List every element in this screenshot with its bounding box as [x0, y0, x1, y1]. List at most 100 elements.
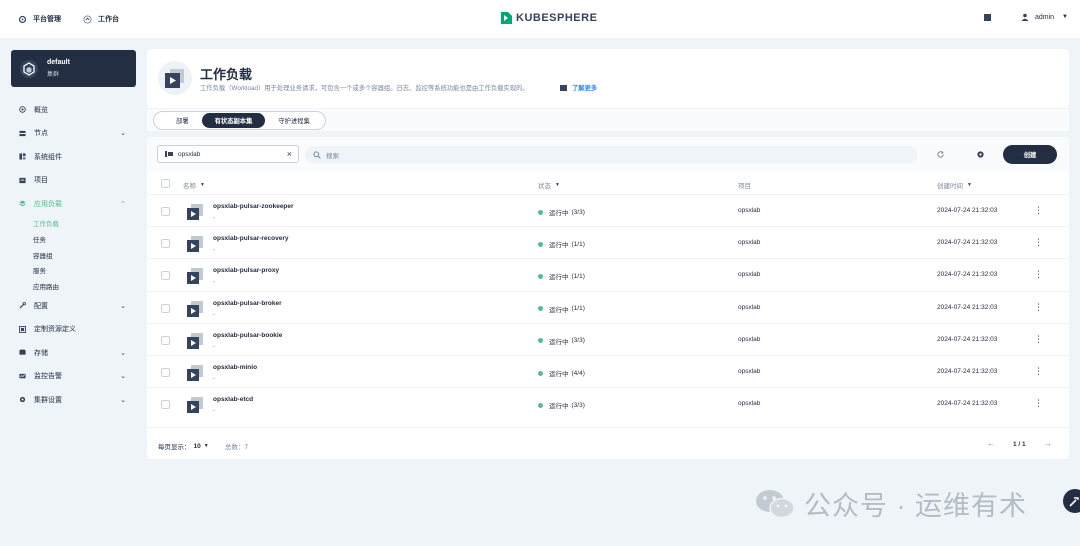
select-all-checkbox[interactable] [161, 179, 170, 188]
workload-table-card: opsxlab × 搜索 创建 名称 ▼ 状态 ▼ 项目 创建时间 ▼ opsx… [147, 137, 1069, 459]
search-input[interactable]: 搜索 [305, 146, 917, 163]
replica-count: (1/1) [571, 240, 585, 248]
table-row[interactable]: opsxlab-pulsar-proxy - 运行中 (1/1) opsxlab… [147, 258, 1069, 290]
crd-icon [19, 325, 26, 333]
workload-name[interactable]: opsxlab-pulsar-bookie [213, 332, 282, 339]
status-badge: 运行中 (3/3) [538, 400, 585, 410]
sidebar-subitem-jobs[interactable]: 任务 [11, 231, 136, 247]
more-actions-icon[interactable]: ⋮ [1034, 236, 1043, 248]
row-checkbox[interactable] [161, 271, 170, 281]
logo-text: KUBESPHERE [516, 12, 598, 24]
column-created[interactable]: 创建时间 ▼ [937, 180, 972, 190]
column-status[interactable]: 状态 ▼ [538, 180, 560, 190]
status-text: 运行中 [549, 338, 569, 346]
row-checkbox[interactable] [161, 207, 170, 216]
refresh-icon[interactable] [936, 150, 945, 159]
column-project-label: 项目 [738, 183, 751, 190]
overview-icon [19, 106, 26, 113]
per-page-select[interactable]: 每页显示： 10 ▼ [158, 441, 209, 452]
statefulset-icon [187, 332, 203, 349]
table-row[interactable]: opsxlab-etcd - 运行中 (3/3) opsxlab 2024-07… [147, 387, 1069, 419]
table-row[interactable]: opsxlab-pulsar-recovery - 运行中 (1/1) opsx… [147, 226, 1069, 258]
toolbox-float-button[interactable] [1063, 489, 1080, 513]
more-actions-icon[interactable]: ⋮ [1034, 397, 1043, 409]
sidebar-item-nodes[interactable]: 节点 ⌄ [11, 122, 136, 146]
cluster-text: default 集群 [47, 59, 70, 78]
tab-daemonsets[interactable]: 守护进程集 [265, 113, 322, 128]
more-actions-icon[interactable]: ⋮ [1034, 204, 1043, 216]
sidebar-item-storage[interactable]: 存储 ⌄ [11, 341, 136, 365]
sidebar-item-monitoring[interactable]: 监控告警 ⌄ [11, 364, 136, 388]
replica-count: (1/1) [571, 305, 585, 313]
kubesphere-logo[interactable]: KUBESPHERE [499, 11, 597, 25]
next-page-arrow-icon[interactable]: → [1044, 439, 1052, 448]
workload-name[interactable]: opsxlab-pulsar-recovery [213, 235, 289, 242]
workload-description: - [213, 311, 215, 318]
sidebar-item-crd[interactable]: 定制资源定义 [11, 317, 136, 341]
status-text: 运行中 [549, 306, 569, 314]
column-name[interactable]: 名称 ▼ [183, 180, 205, 190]
sidebar-item-config[interactable]: 配置 ⌄ [11, 294, 136, 318]
row-checkbox[interactable] [161, 400, 170, 410]
sidebar-item-components[interactable]: 系统组件 [11, 145, 136, 169]
project-icon [19, 177, 26, 183]
table-row[interactable]: opsxlab-minio - 运行中 (4/4) opsxlab 2024-0… [147, 355, 1069, 387]
per-page-label: 每页显示： [158, 444, 191, 451]
project-filter[interactable]: opsxlab × [157, 145, 299, 163]
wechat-icon [756, 489, 795, 518]
table-header: 名称 ▼ 状态 ▼ 项目 创建时间 ▼ [147, 175, 1069, 193]
row-checkbox[interactable] [161, 368, 170, 377]
tools-icon[interactable] [983, 13, 991, 21]
status-text: 运行中 [549, 242, 569, 250]
prev-page-arrow-icon[interactable]: ← [987, 439, 995, 448]
create-button[interactable]: 创建 [1003, 145, 1057, 164]
table-footer: 每页显示： 10 ▼ 总数：7 ← 1 / 1 → [147, 427, 1069, 459]
sidebar-subitem-pods[interactable]: 容器组 [11, 247, 136, 263]
workbench-link[interactable]: 工作台 [83, 14, 119, 24]
side-menu: 概览 节点 ⌄ 系统组件 项目 应用负载 ⌃ 工作负载 任务 容器组 服务 应用… [11, 98, 136, 411]
row-checkbox[interactable] [161, 303, 170, 313]
more-actions-icon[interactable]: ⋮ [1034, 365, 1043, 377]
replica-count: (3/3) [571, 208, 585, 216]
table-row[interactable]: opsxlab-pulsar-broker - 运行中 (1/1) opsxla… [147, 290, 1069, 323]
more-actions-icon[interactable]: ⋮ [1034, 268, 1043, 280]
sidebar-subitem-workloads[interactable]: 工作负载 [11, 216, 136, 232]
chevron-down-icon: ⌄ [120, 349, 126, 357]
workload-name[interactable]: opsxlab-pulsar-zookeeper [213, 203, 294, 210]
table-row[interactable]: opsxlab-pulsar-zookeeper - 运行中 (3/3) ops… [147, 194, 1069, 226]
more-actions-icon[interactable]: ⋮ [1034, 333, 1043, 345]
row-checkbox[interactable] [161, 335, 170, 345]
kubesphere-logo-icon [501, 12, 512, 24]
sidebar-subitem-services[interactable]: 服务 [11, 263, 136, 279]
replica-count: (3/3) [571, 401, 585, 409]
chevron-down-icon: ⌄ [120, 396, 126, 404]
user-menu[interactable]: admin ▼ [1021, 13, 1068, 21]
tab-deployments[interactable]: 部署 [156, 113, 202, 128]
sidebar-item-projects[interactable]: 项目 [11, 169, 136, 193]
row-checkbox[interactable] [161, 239, 170, 249]
status-dot-icon [538, 370, 543, 376]
sidebar-subitem-routes[interactable]: 应用路由 [11, 278, 136, 294]
sidebar-item-cluster-settings[interactable]: 集群设置 ⌄ [11, 388, 136, 412]
settings-icon[interactable] [976, 150, 985, 159]
sidebar-item-label: 配置 [34, 302, 48, 310]
more-actions-icon[interactable]: ⋮ [1034, 301, 1043, 313]
platform-management-link[interactable]: 平台管理 [18, 14, 61, 24]
learn-more-link[interactable]: 了解更多 [560, 83, 597, 92]
table-row[interactable]: opsxlab-pulsar-bookie - 运行中 (3/3) opsxla… [147, 322, 1069, 355]
cluster-card[interactable]: default 集群 [11, 50, 136, 87]
tab-statefulsets[interactable]: 有状态副本集 [201, 113, 266, 128]
clear-filter-icon[interactable]: × [287, 149, 292, 159]
workload-name[interactable]: opsxlab-pulsar-broker [213, 300, 282, 307]
workload-name[interactable]: opsxlab-pulsar-proxy [213, 267, 279, 274]
status-badge: 运行中 (4/4) [538, 368, 585, 378]
sidebar-item-overview[interactable]: 概览 [11, 98, 136, 122]
statefulset-icon [187, 204, 203, 220]
project-cell: opsxlab [738, 207, 761, 214]
sidebar-item-label: 监控告警 [34, 373, 62, 381]
workload-name[interactable]: opsxlab-minio [213, 364, 257, 371]
sidebar-item-app-workloads[interactable]: 应用负载 ⌃ [11, 192, 136, 216]
statefulset-icon [187, 300, 203, 317]
created-time-cell: 2024-07-24 21:32:03 [937, 303, 998, 311]
workload-name[interactable]: opsxlab-etcd [213, 396, 253, 403]
